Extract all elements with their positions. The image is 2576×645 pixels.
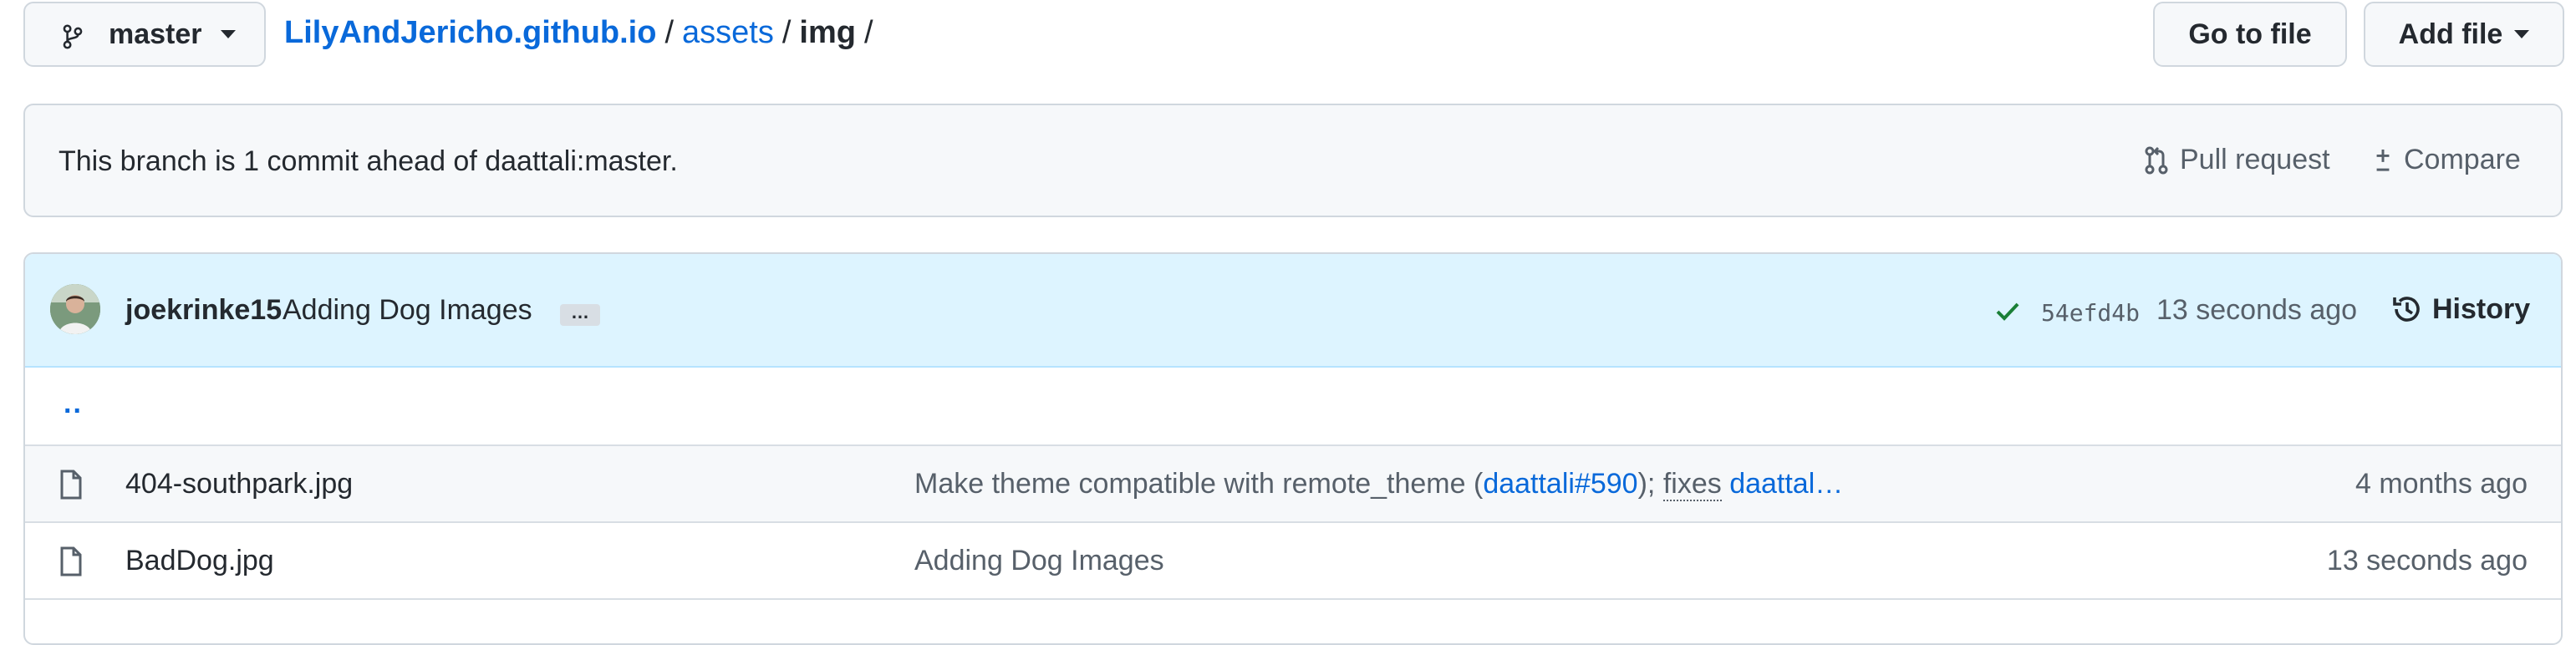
chevron-down-icon [220,30,236,38]
file-row: BadDog.jpg Adding Dog Images 13 seconds … [25,523,2561,600]
breadcrumb-separator: / [863,15,873,50]
breadcrumb-separator: / [781,15,792,50]
add-file-button[interactable]: Add file [2364,2,2564,67]
file-name-link[interactable]: 404-southpark.jpg [125,468,353,500]
file-commit-age: 4 months ago [2355,468,2528,500]
avatar[interactable] [50,284,100,334]
compare-link[interactable]: Compare [2372,144,2521,176]
git-branch-icon [63,24,83,49]
repo-header: master LilyAndJericho.github.io / assets / i… [23,0,2564,70]
go-to-file-label: Go to file [2188,18,2312,50]
commit-sha-link[interactable]: 54efd4b [2041,299,2140,327]
breadcrumb-repo-link[interactable]: LilyAndJericho.github.io [284,15,656,50]
file-name-link[interactable]: BadDog.jpg [125,545,274,577]
chevron-down-icon [2514,30,2530,38]
add-file-label: Add file [2398,18,2503,50]
breadcrumb-assets-link[interactable]: assets [682,15,774,50]
pull-request-label: Pull request [2180,144,2330,175]
compare-label: Compare [2404,144,2521,175]
commit-time: 13 seconds ago [2156,294,2358,326]
commit-author-link[interactable]: joekrinke15 [125,294,282,327]
commit-message-text[interactable]: Make theme compatible with remote_theme … [914,468,1483,500]
avatar-image [50,284,100,334]
file-icon [60,470,82,500]
file-browser: joekrinke15 Adding Dog Images … 54efd4b … [23,252,2563,645]
parent-directory-row[interactable]: .. [25,368,2561,446]
file-row: 404-southpark.jpg Make theme compatible … [25,446,2561,523]
commit-message-space [1722,468,1729,500]
check-icon[interactable] [1994,297,2021,324]
pull-request-icon [2145,146,2168,174]
issue-link[interactable]: daattali#590 [1483,468,1637,500]
branch-selector[interactable]: master [23,2,266,67]
history-icon [2393,297,2420,322]
diff-icon [2376,149,2390,171]
latest-commit-bar: joekrinke15 Adding Dog Images … 54efd4b … [25,254,2561,368]
breadcrumb-separator: / [664,15,675,50]
ahead-message: This branch is 1 commit ahead of daattal… [59,145,678,177]
fixes-keyword: fixes [1662,468,1722,501]
pull-request-link[interactable]: Pull request [2143,144,2330,176]
file-commit-age: 13 seconds ago [2326,545,2528,576]
expand-commit-button[interactable]: … [560,303,600,326]
branch-ahead-banner: This branch is 1 commit ahead of daattal… [23,104,2563,217]
branch-name: master [109,18,202,50]
file-commit-message: Make theme compatible with remote_theme … [914,468,1843,501]
history-label: History [2432,292,2531,325]
breadcrumb-current: img [799,15,856,50]
commit-message-text[interactable]: ); [1638,468,1663,500]
history-link[interactable]: History [2390,292,2530,326]
go-to-file-button[interactable]: Go to file [2153,2,2347,67]
file-icon [60,546,82,576]
file-commit-message[interactable]: Adding Dog Images [914,545,1164,577]
parent-directory-link[interactable]: .. [64,388,83,420]
breadcrumb: LilyAndJericho.github.io / assets / img / [284,15,882,51]
commit-message-link[interactable]: Adding Dog Images [283,294,532,327]
issue-link[interactable]: daattal… [1729,468,1843,500]
